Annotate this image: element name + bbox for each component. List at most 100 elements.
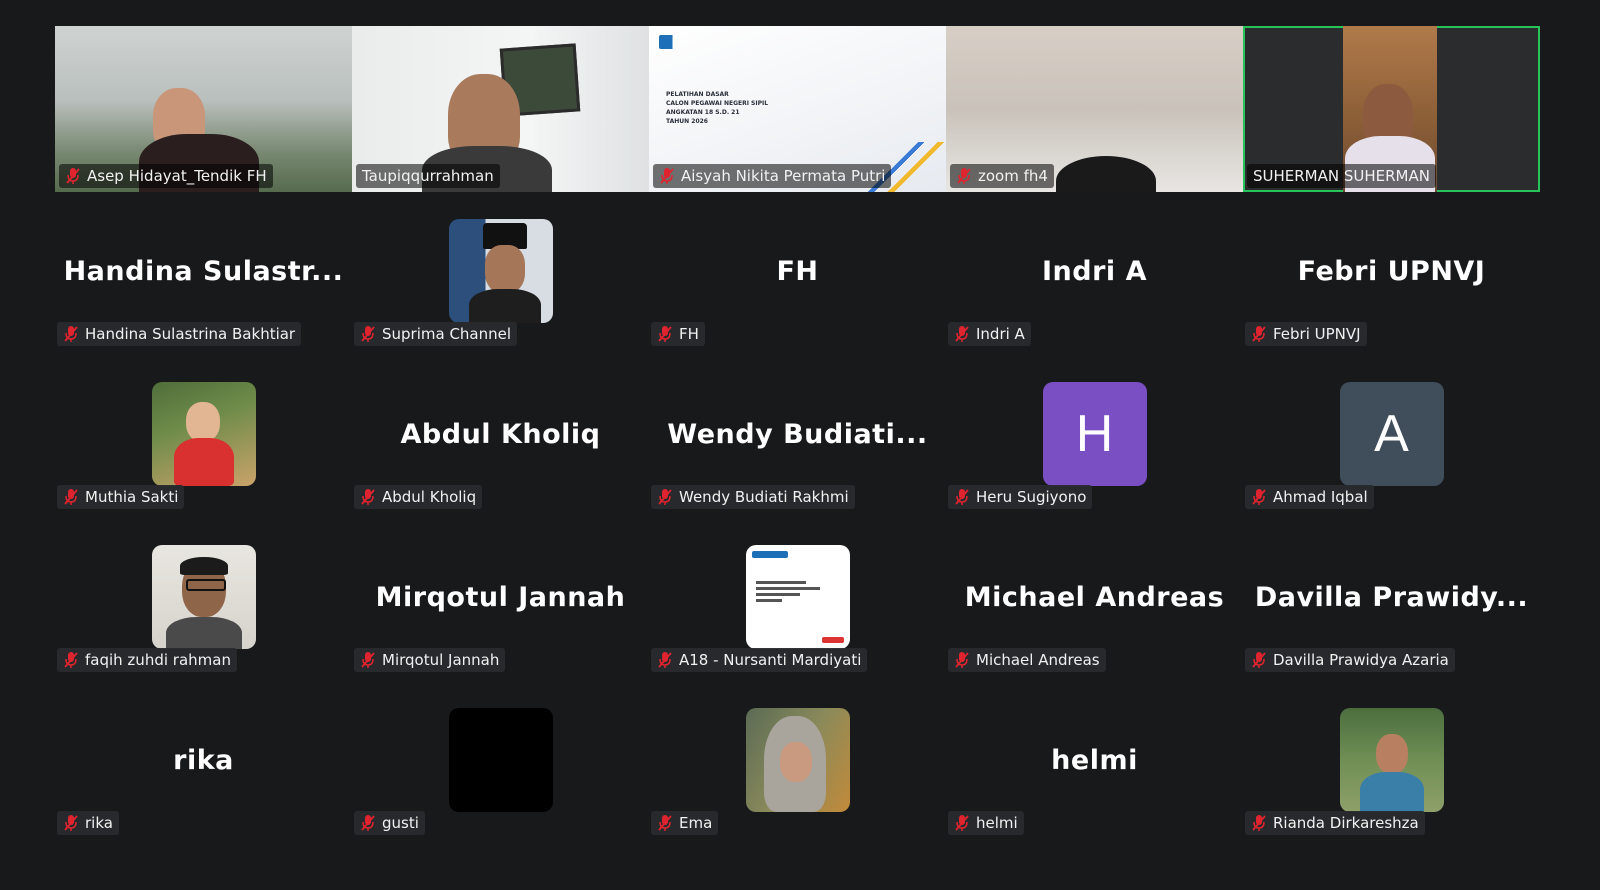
participant-tile[interactable]: Suprima Channel [352,212,649,375]
participant-display-name: Davilla Prawidy... [1254,581,1529,613]
mic-muted-icon [64,652,78,668]
participant-tile[interactable]: H Heru Sugiyono [946,375,1243,538]
participant-name: SUHERMAN SUHERMAN [1253,167,1430,185]
avatar-letter: A [1339,382,1444,486]
participant-display-name: Febri UPNVJ [1297,255,1486,287]
participant-name: Indri A [976,325,1025,343]
avatar-letter: H [1042,382,1147,486]
participant-name: rika [85,814,113,832]
participant-name: FH [679,325,699,343]
participant-name-tag: Mirqotul Jannah [354,648,506,672]
participant-name: Rianda Dirkareshza [1273,814,1419,832]
participant-name: helmi [976,814,1018,832]
mic-muted-icon [64,489,78,505]
participant-name: A18 - Nursanti Mardiyati [679,651,862,669]
participant-name-tag: Taupiqqurrahman [356,164,500,188]
participant-name-tag: Davilla Prawidya Azaria [1245,648,1455,672]
participant-tile[interactable]: faqih zuhdi rahman [55,538,352,701]
mic-muted-icon [64,326,78,342]
mic-muted-icon [957,168,971,184]
mic-muted-icon [361,815,375,831]
participant-name: Aisyah Nikita Permata Putri [681,167,886,185]
participant-name: Ema [679,814,713,832]
participant-name-tag: Suprima Channel [354,322,518,346]
participant-name: Muthia Sakti [85,488,179,506]
participant-tile[interactable]: Febri UPNVJ Febri UPNVJ [1243,212,1540,375]
participant-tile[interactable]: helmi helmi [946,701,1243,864]
mic-muted-icon [955,489,969,505]
participant-name: faqih zuhdi rahman [85,651,231,669]
participant-name-tag: A18 - Nursanti Mardiyati [651,648,868,672]
participant-tile[interactable]: rika rika [55,701,352,864]
participant-name-tag: Aisyah Nikita Permata Putri [653,164,892,188]
participant-name-tag: SUHERMAN SUHERMAN [1247,164,1436,188]
participant-name-tag: Muthia Sakti [57,485,185,509]
video-tile[interactable]: Asep Hidayat_Tendik FH [55,26,352,192]
avatar [745,545,850,649]
mic-muted-icon [361,489,375,505]
participant-name: zoom fh4 [978,167,1048,185]
participant-display-name: rika [173,744,234,776]
participant-tile[interactable]: Muthia Sakti [55,375,352,538]
avatar [448,708,553,812]
participant-name-tag: Wendy Budiati Rakhmi [651,485,855,509]
mic-muted-icon [955,652,969,668]
mic-muted-icon [64,815,78,831]
slide-line: PELATIHAN DASAR [666,91,729,98]
participant-tile[interactable]: A18 - Nursanti Mardiyati [649,538,946,701]
participant-tile[interactable]: Mirqotul Jannah Mirqotul Jannah [352,538,649,701]
participant-tile[interactable]: Wendy Budiati... Wendy Budiati Rakhmi [649,375,946,538]
participant-display-name: Michael Andreas [964,581,1225,613]
participant-tile[interactable]: Davilla Prawidy... Davilla Prawidya Azar… [1243,538,1540,701]
participant-tile[interactable]: Ema [649,701,946,864]
participant-name: Davilla Prawidya Azaria [1273,651,1449,669]
participant-name-tag: faqih zuhdi rahman [57,648,237,672]
video-strip: Asep Hidayat_Tendik FH Taupiqqurrahman P… [55,26,1541,192]
avatar [745,708,850,812]
participant-name-tag: Rianda Dirkareshza [1245,811,1425,835]
participant-name-tag: Handina Sulastrina Bakhtiar [57,322,302,346]
mic-muted-icon [1252,326,1266,342]
participant-name-tag: rika [57,811,119,835]
participant-name-tag: zoom fh4 [950,164,1054,188]
participant-tile[interactable]: Michael Andreas Michael Andreas [946,538,1243,701]
slide-line: CALON PEGAWAI NEGERI SIPIL [666,100,769,107]
participant-tile[interactable]: A Ahmad Iqbal [1243,375,1540,538]
avatar [151,382,256,486]
participant-name: Abdul Kholiq [382,488,477,506]
participant-name-tag: gusti [354,811,425,835]
mic-muted-icon [955,815,969,831]
slide-logo [659,35,733,49]
slide-text: PELATIHAN DASAR CALON PEGAWAI NEGERI SIP… [666,90,768,126]
participant-name-tag: Febri UPNVJ [1245,322,1367,346]
active-speaker-tile[interactable]: SUHERMAN SUHERMAN [1243,26,1540,192]
participant-tile[interactable]: Handina Sulastr... Handina Sulastrina Ba… [55,212,352,375]
participant-display-name: Abdul Kholiq [400,418,601,450]
video-tile[interactable]: Taupiqqurrahman [352,26,649,192]
participant-display-name: Wendy Budiati... [667,418,928,450]
participant-name: Suprima Channel [382,325,512,343]
mic-muted-icon [955,326,969,342]
participant-name: Asep Hidayat_Tendik FH [87,167,267,185]
participant-display-name: Indri A [1042,255,1147,287]
participant-tile[interactable]: Indri A Indri A [946,212,1243,375]
mic-muted-icon [66,168,80,184]
slide-line: TAHUN 2026 [666,118,708,125]
avatar [1339,708,1444,812]
participant-name-tag: Abdul Kholiq [354,485,483,509]
participant-name-tag: Michael Andreas [948,648,1106,672]
participant-tile[interactable]: Rianda Dirkareshza [1243,701,1540,864]
participant-tile[interactable]: Abdul Kholiq Abdul Kholiq [352,375,649,538]
participant-tile[interactable]: FH FH [649,212,946,375]
participant-name-tag: helmi [948,811,1024,835]
mic-muted-icon [658,326,672,342]
mic-muted-icon [658,652,672,668]
video-tile[interactable]: zoom fh4 [946,26,1243,192]
participant-tile[interactable]: gusti [352,701,649,864]
screen-share-tile[interactable]: PELATIHAN DASAR CALON PEGAWAI NEGERI SIP… [649,26,946,192]
participant-name-tag: Indri A [948,322,1031,346]
participant-name-tag: Heru Sugiyono [948,485,1093,509]
participant-name: Taupiqqurrahman [362,167,494,185]
mic-muted-icon [1252,652,1266,668]
participant-name-tag: FH [651,322,705,346]
